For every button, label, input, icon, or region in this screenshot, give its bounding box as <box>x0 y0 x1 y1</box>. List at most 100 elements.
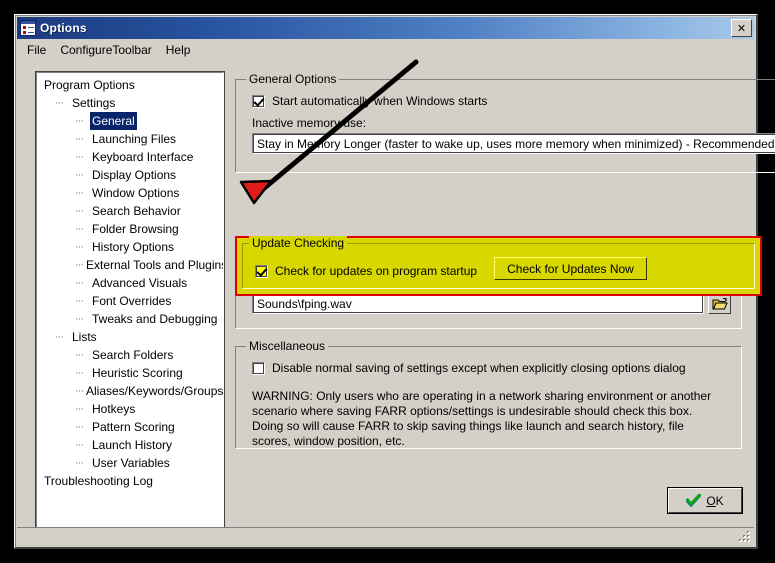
miscellaneous-warning-text: WARNING: Only users who are operating in… <box>252 389 712 448</box>
status-bar <box>17 527 754 545</box>
disable-saving-row[interactable]: Disable normal saving of settings except… <box>252 361 733 375</box>
tree-connector-icon: ··· <box>75 241 84 253</box>
sound-path-row: Sounds\fping.wav <box>252 293 731 314</box>
sound-path-input[interactable]: Sounds\fping.wav <box>252 293 704 314</box>
tree-item-hotkeys[interactable]: ··· Hotkeys <box>37 400 223 418</box>
tree-item-keyboard-interface[interactable]: ··· Keyboard Interface <box>37 148 223 166</box>
tree-item-label: Troubleshooting Log <box>44 474 153 488</box>
general-options-group: General Options Start automatically when… <box>235 72 775 173</box>
tree-item-label: Heuristic Scoring <box>92 366 183 380</box>
tree-item-label: Folder Browsing <box>92 222 179 236</box>
tree-item-label: Advanced Visuals <box>92 276 188 290</box>
tree-item-label: Display Options <box>92 168 177 182</box>
tree-item-history-options[interactable]: ··· History Options <box>37 238 223 256</box>
green-check-icon <box>686 494 702 507</box>
menu-item-file[interactable]: File <box>20 41 53 59</box>
tree-item-label: Lists <box>72 330 97 344</box>
tree-item-folder-browsing[interactable]: ··· Folder Browsing <box>37 220 223 238</box>
resize-grip[interactable] <box>738 530 752 544</box>
inactive-memory-label: Inactive memory use: <box>252 116 367 130</box>
tree-item-heuristic-scoring[interactable]: ··· Heuristic Scoring <box>37 364 223 382</box>
tree-item-font-overrides[interactable]: ··· Font Overrides <box>37 292 223 310</box>
tree-item-launch-history[interactable]: ··· Launch History <box>37 436 223 454</box>
tree-connector-icon: ··· <box>75 169 84 181</box>
start-automatically-row[interactable]: Start automatically when Windows starts <box>252 94 775 108</box>
tree-connector-icon: ··· <box>75 421 84 433</box>
close-icon[interactable]: ✕ <box>731 19 752 37</box>
tree-item-label: Window Options <box>92 186 180 200</box>
tree-connector-icon: ··· <box>75 367 84 379</box>
tree-connector-icon: ··· <box>55 331 64 343</box>
menu-bar: File ConfigureToolbar Help <box>17 40 754 60</box>
tree-item-aliases-keywords-groups[interactable]: ··· Aliases/Keywords/Groups <box>37 382 223 400</box>
tree-item-user-variables[interactable]: ··· User Variables <box>37 454 223 472</box>
tree-item-settings[interactable]: ··· Settings <box>37 94 223 112</box>
tree-item-label: History Options <box>92 240 175 254</box>
window-title: Options <box>40 21 87 35</box>
tree-item-lists[interactable]: ··· Lists <box>37 328 223 346</box>
miscellaneous-legend: Miscellaneous <box>249 339 326 353</box>
tree-item-window-options[interactable]: ··· Window Options <box>37 184 223 202</box>
tree-item-tweaks-and-debugging[interactable]: ··· Tweaks and Debugging <box>37 310 223 328</box>
start-automatically-checkbox[interactable] <box>252 94 265 108</box>
tree-connector-icon: ··· <box>75 187 84 199</box>
tree-item-search-folders[interactable]: ··· Search Folders <box>37 346 223 364</box>
inactive-memory-dropdown[interactable]: Stay in Memory Longer (faster to wake up… <box>252 133 775 154</box>
options-tree[interactable]: Program Options ··· Settings ··· General ··· L… <box>35 71 225 535</box>
tree-item-label: Tweaks and Debugging <box>92 312 218 326</box>
title-bar[interactable]: Options ✕ <box>17 17 754 39</box>
tree-connector-icon: ··· <box>55 97 64 109</box>
tree-connector-icon: ··· <box>75 349 84 361</box>
open-folder-icon[interactable] <box>708 293 731 314</box>
tree-connector-icon: ··· <box>75 385 84 397</box>
tree-connector-icon: ··· <box>75 223 84 235</box>
tree-connector-icon: ··· <box>75 115 84 127</box>
update-checking-group: Update Checking Check for updates on pro… <box>235 236 762 296</box>
general-options-legend: General Options <box>249 72 337 86</box>
options-form-icon <box>20 20 36 36</box>
tree-item-label: Launch History <box>92 438 173 452</box>
tree-connector-icon: ··· <box>75 259 84 271</box>
menu-item-configuretoolbar[interactable]: ConfigureToolbar <box>53 41 158 59</box>
tree-connector-icon: ··· <box>75 151 84 163</box>
tree-item-troubleshooting-log[interactable]: Troubleshooting Log <box>37 472 223 490</box>
menu-item-help[interactable]: Help <box>159 41 198 59</box>
check-updates-startup-checkbox[interactable] <box>255 264 268 278</box>
tree-item-label: General <box>90 112 137 130</box>
tree-item-label: Search Behavior <box>92 204 181 218</box>
tree-item-pattern-scoring[interactable]: ··· Pattern Scoring <box>37 418 223 436</box>
tree-item-display-options[interactable]: ··· Display Options <box>37 166 223 184</box>
tree-connector-icon: ··· <box>75 277 84 289</box>
check-updates-startup-row[interactable]: Check for updates on program startup <box>255 264 477 278</box>
ok-mnemonic: O <box>706 493 716 508</box>
miscellaneous-group: Miscellaneous Disable normal saving of s… <box>235 339 742 449</box>
tree-connector-icon: ··· <box>75 295 84 307</box>
tree-item-advanced-visuals[interactable]: ··· Advanced Visuals <box>37 274 223 292</box>
dialog-body: Program Options ··· Settings ··· General ··· L… <box>17 60 775 535</box>
tree-item-label: External Tools and Plugins <box>86 258 224 272</box>
tree-item-label: Aliases/Keywords/Groups <box>86 384 224 398</box>
tree-connector-icon: ··· <box>75 133 84 145</box>
disable-saving-checkbox[interactable] <box>252 361 265 375</box>
screenshot-root: Options ✕ File ConfigureToolbar Help Pro… <box>0 0 775 563</box>
ok-button[interactable]: OK <box>667 487 743 514</box>
update-checking-legend: Update Checking <box>249 236 348 250</box>
tree-item-program-options[interactable]: Program Options <box>37 76 223 94</box>
tree-connector-icon: ··· <box>75 403 84 415</box>
tree-item-external-tools-and-plugins[interactable]: ··· External Tools and Plugins <box>37 256 223 274</box>
tree-connector-icon: ··· <box>75 205 84 217</box>
tree-item-search-behavior[interactable]: ··· Search Behavior <box>37 202 223 220</box>
tree-item-label: Hotkeys <box>92 402 136 416</box>
ok-rest: K <box>715 493 724 508</box>
tree-connector-icon: ··· <box>75 313 84 325</box>
tree-item-label: Keyboard Interface <box>92 150 194 164</box>
tree-item-label: Settings <box>72 96 116 110</box>
tree-item-launching-files[interactable]: ··· Launching Files <box>37 130 223 148</box>
inactive-memory-value: Stay in Memory Longer (faster to wake up… <box>257 136 775 151</box>
tree-item-general[interactable]: ··· General <box>37 112 223 130</box>
check-for-updates-now-button[interactable]: Check for Updates Now <box>494 257 647 280</box>
update-checking-placeholder <box>235 183 742 243</box>
tree-item-label: Font Overrides <box>92 294 172 308</box>
tree-item-label: Program Options <box>44 78 135 92</box>
tree-item-label: Launching Files <box>92 132 177 146</box>
